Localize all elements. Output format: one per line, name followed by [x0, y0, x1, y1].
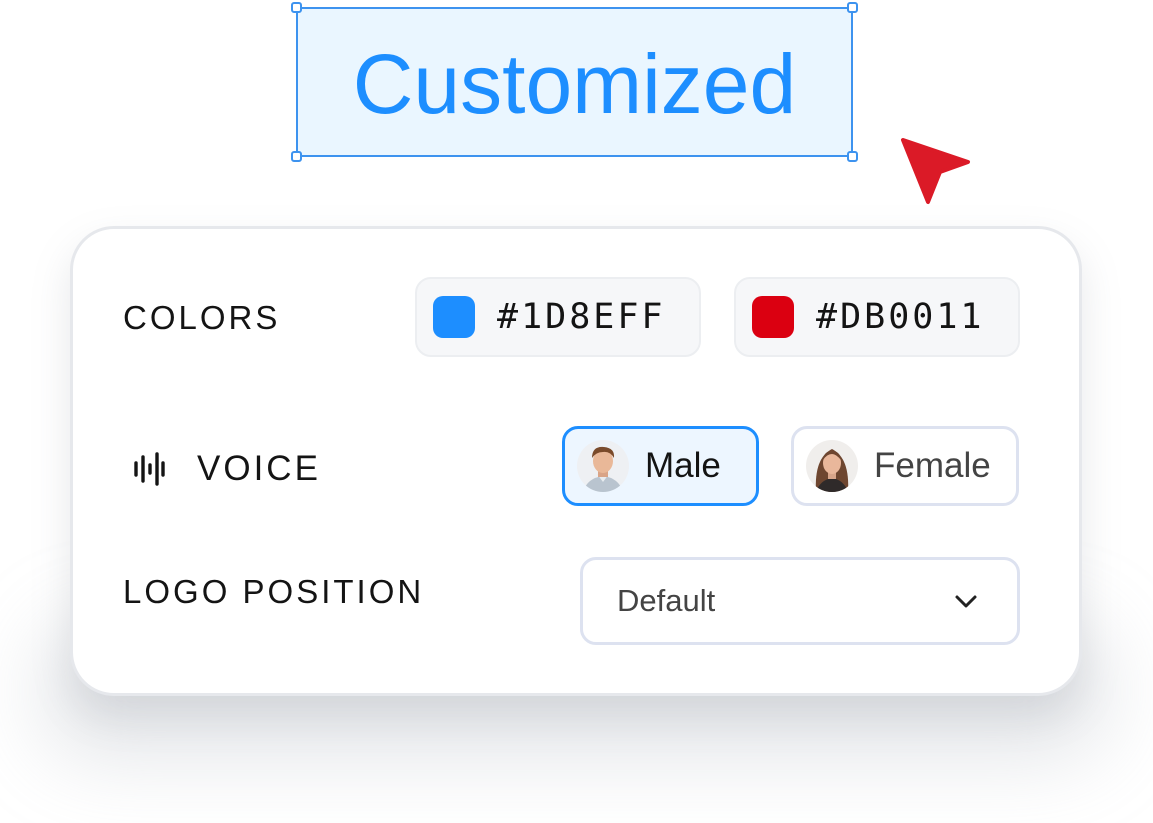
voice-option-male-label: Male: [645, 446, 721, 485]
resize-handle-top-left[interactable]: [291, 2, 302, 13]
color-chip-primary[interactable]: #1D8EFF: [415, 277, 701, 357]
voice-option-female[interactable]: Female: [791, 426, 1019, 506]
color-swatch-primary: [433, 296, 475, 338]
pointer-cursor-icon: [901, 138, 970, 204]
settings-card: COLORS #1D8EFF #DB0011 VOICE Male Female…: [70, 226, 1082, 696]
resize-handle-bottom-left[interactable]: [291, 151, 302, 162]
voice-option-female-label: Female: [874, 446, 991, 485]
chevron-down-icon: [955, 595, 977, 608]
resize-handle-bottom-right[interactable]: [847, 151, 858, 162]
headline-text: Customized: [352, 37, 797, 131]
color-chip-secondary[interactable]: #DB0011: [734, 277, 1020, 357]
voice-label: VOICE: [197, 449, 321, 488]
sound-wave-icon: [134, 452, 165, 486]
female-avatar: [806, 440, 858, 492]
logo-position-dropdown[interactable]: Default: [580, 557, 1020, 645]
resize-handle-top-right[interactable]: [847, 2, 858, 13]
color-hex-secondary: #DB0011: [816, 297, 985, 337]
logo-position-label: LOGO POSITION: [123, 573, 425, 610]
voice-option-male[interactable]: Male: [562, 426, 759, 506]
colors-label: COLORS: [123, 299, 281, 336]
headline-selection-box[interactable]: Customized: [291, 2, 858, 162]
color-swatch-secondary: [752, 296, 794, 338]
logo-position-value: Default: [617, 583, 716, 618]
male-avatar: [577, 440, 629, 492]
color-hex-primary: #1D8EFF: [497, 297, 666, 337]
